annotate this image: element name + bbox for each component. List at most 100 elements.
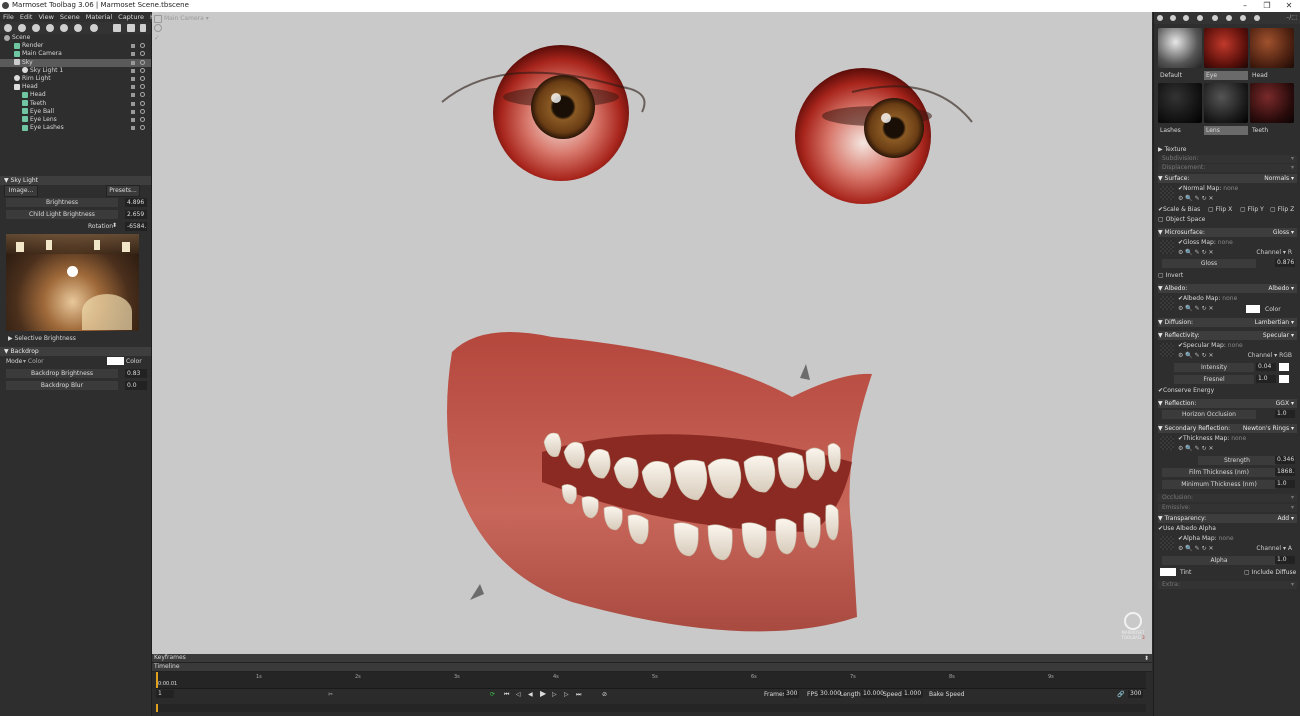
lock-icon[interactable] bbox=[131, 109, 135, 114]
gloss-map-tools[interactable]: ⚙ 🔍 ✎ ↻ ✕ Channel ▾ R bbox=[1178, 248, 1296, 257]
light-icon[interactable] bbox=[18, 24, 26, 32]
lock-icon[interactable] bbox=[131, 117, 135, 122]
flip-y-checkbox[interactable]: ▢ Flip Y bbox=[1240, 205, 1264, 214]
visibility-icon[interactable] bbox=[140, 75, 145, 81]
strength-slider[interactable]: Strength bbox=[1198, 456, 1276, 465]
albedo-color-swatch[interactable] bbox=[1246, 305, 1260, 313]
albedo-map-thumb[interactable] bbox=[1160, 296, 1174, 310]
maximize-button[interactable]: ❐ bbox=[1256, 0, 1278, 12]
tree-item-rim-light[interactable]: Rim Light bbox=[0, 75, 151, 83]
material-thumb-default[interactable] bbox=[1158, 28, 1202, 68]
lock-icon[interactable] bbox=[131, 76, 135, 81]
timeline-scrollbar[interactable] bbox=[156, 704, 1146, 712]
specular-map-thumb[interactable] bbox=[1160, 343, 1174, 357]
secondary-reflection-header[interactable]: ▼ Secondary Reflection: Newton's Rings ▾ bbox=[1158, 424, 1297, 433]
child-brightness-field[interactable]: 2.659 bbox=[125, 210, 147, 219]
flip-z-checkbox[interactable]: ▢ Flip Z bbox=[1270, 205, 1294, 214]
tree-item-sky-light[interactable]: Sky Light 1 bbox=[0, 67, 151, 75]
visibility-icon[interactable] bbox=[140, 43, 145, 49]
settings-icon[interactable]: ⊘ bbox=[602, 691, 607, 698]
visibility-icon[interactable] bbox=[140, 92, 145, 98]
tint-color-swatch[interactable] bbox=[1160, 568, 1176, 576]
strength-field[interactable]: 0.346 bbox=[1275, 456, 1295, 464]
visibility-icon[interactable] bbox=[140, 100, 145, 106]
alpha-field[interactable]: 1.0 bbox=[1275, 556, 1295, 564]
sun-position-handle[interactable] bbox=[67, 266, 78, 277]
transparency-header[interactable]: ▼ Transparency: Add ▾ bbox=[1158, 514, 1297, 523]
thickness-map-thumb[interactable] bbox=[1160, 436, 1174, 450]
menu-capture[interactable]: Capture bbox=[115, 12, 147, 22]
material-thumb-eye[interactable] bbox=[1204, 28, 1248, 68]
mode-dropdown[interactable]: ▾ Color bbox=[23, 358, 44, 365]
lock-icon[interactable] bbox=[131, 52, 135, 57]
flip-x-checkbox[interactable]: ▢ Flip X bbox=[1208, 205, 1232, 214]
assign-material-icon[interactable] bbox=[1240, 15, 1246, 21]
3d-viewport[interactable]: ✓ Main Camera ▾ MARMOSET TOOLBAG 3 bbox=[152, 12, 1152, 654]
lock-icon[interactable] bbox=[131, 85, 135, 90]
alpha-slider[interactable]: Alpha bbox=[1162, 556, 1276, 565]
lock-icon[interactable] bbox=[131, 101, 135, 106]
lock-icon[interactable] bbox=[131, 93, 135, 98]
menu-view[interactable]: View bbox=[35, 12, 56, 22]
fresnel-slider[interactable]: Fresnel bbox=[1174, 375, 1254, 384]
skip-start-icon[interactable]: ⏮ bbox=[504, 691, 509, 699]
min-thickness-slider[interactable]: Minimum Thickness (nm) bbox=[1162, 480, 1276, 489]
normal-map-tools[interactable]: ⚙ 🔍 ✎ ↻ ✕ bbox=[1178, 194, 1296, 203]
rotation-spinner-icon[interactable]: ⬍ bbox=[112, 222, 117, 229]
lock-icon[interactable] bbox=[131, 68, 135, 73]
add-material-icon[interactable] bbox=[1157, 15, 1163, 21]
gloss-map-thumb[interactable] bbox=[1160, 240, 1174, 254]
horizon-occlusion-slider[interactable]: Horizon Occlusion bbox=[1162, 410, 1256, 419]
fresnel-color-swatch[interactable] bbox=[1279, 375, 1289, 383]
visibility-icon[interactable] bbox=[140, 67, 145, 73]
tree-item-scene[interactable]: Scene bbox=[0, 34, 151, 42]
delete-material-icon[interactable] bbox=[1212, 15, 1218, 21]
thickness-map-tools[interactable]: ⚙ 🔍 ✎ ↻ ✕ bbox=[1178, 444, 1296, 453]
timeline-header[interactable]: Timeline bbox=[152, 663, 1152, 672]
bake-speed-checkbox[interactable]: Bake Speed bbox=[929, 691, 964, 698]
visibility-icon[interactable] bbox=[140, 84, 145, 90]
menu-edit[interactable]: Edit bbox=[17, 12, 36, 22]
timeline-track[interactable] bbox=[156, 672, 1146, 689]
camera-icon[interactable] bbox=[4, 24, 12, 32]
tree-item-head[interactable]: Head bbox=[0, 91, 151, 99]
albedo-map-row[interactable]: ✔Albedo Map: none bbox=[1178, 294, 1296, 303]
alpha-map-tools[interactable]: ⚙ 🔍 ✎ ↻ ✕ Channel ▾ A bbox=[1178, 544, 1296, 553]
tree-item-eye-lashes[interactable]: Eye Lashes bbox=[0, 124, 151, 132]
brightness-slider[interactable]: Brightness bbox=[6, 198, 118, 207]
visibility-icon[interactable] bbox=[140, 116, 145, 122]
material-thumb-head[interactable] bbox=[1250, 28, 1294, 68]
sphere-icon[interactable] bbox=[90, 24, 98, 32]
gloss-map-row[interactable]: ✔Gloss Map: none bbox=[1178, 238, 1296, 247]
step-back-icon[interactable]: ◀ bbox=[528, 691, 533, 698]
film-thickness-field[interactable]: 1868. bbox=[1275, 468, 1295, 476]
pick-material-icon[interactable] bbox=[1226, 15, 1232, 21]
extra-row[interactable]: Extra: ▾ bbox=[1158, 581, 1297, 589]
reflectivity-header[interactable]: ▼ Reflectivity: Specular ▾ bbox=[1158, 331, 1297, 340]
tree-item-render[interactable]: Render bbox=[0, 42, 151, 50]
material-thumb-teeth[interactable] bbox=[1250, 83, 1294, 123]
frame-field[interactable]: 1 bbox=[156, 690, 174, 698]
trash-icon[interactable] bbox=[140, 24, 146, 32]
save-material-icon[interactable] bbox=[1183, 15, 1189, 21]
diffusion-header[interactable]: ▼ Diffusion: Lambertian ▾ bbox=[1158, 318, 1297, 327]
next-key-icon[interactable]: ▷ bbox=[564, 691, 569, 698]
duplicate-icon[interactable] bbox=[127, 24, 135, 32]
prev-key-icon[interactable]: ◁ bbox=[516, 691, 521, 698]
expand-icon[interactable]: ⬍ bbox=[1144, 655, 1149, 662]
material-thumb-lens[interactable] bbox=[1204, 83, 1248, 123]
object-space-checkbox[interactable]: ▢ Object Space bbox=[1158, 215, 1297, 224]
gloss-slider[interactable]: Gloss bbox=[1162, 259, 1256, 268]
albedo-header[interactable]: ▼ Albedo: Albedo ▾ bbox=[1158, 284, 1297, 293]
visibility-icon[interactable] bbox=[140, 125, 145, 131]
fresnel-field[interactable]: 1.0 bbox=[1256, 375, 1276, 383]
play-button[interactable]: ▶ bbox=[540, 689, 546, 698]
tree-item-teeth[interactable]: Teeth bbox=[0, 100, 151, 108]
step-forward-icon[interactable]: ▷ bbox=[552, 691, 557, 698]
turntable-icon[interactable] bbox=[74, 24, 82, 32]
backdrop-brightness-field[interactable]: 0.83 bbox=[125, 369, 147, 378]
invert-checkbox[interactable]: ▢ Invert bbox=[1158, 271, 1297, 280]
gloss-field[interactable]: 0.876 bbox=[1275, 259, 1295, 267]
close-button[interactable]: ✕ bbox=[1278, 0, 1300, 12]
backdrop-brightness-slider[interactable]: Backdrop Brightness bbox=[6, 369, 118, 378]
